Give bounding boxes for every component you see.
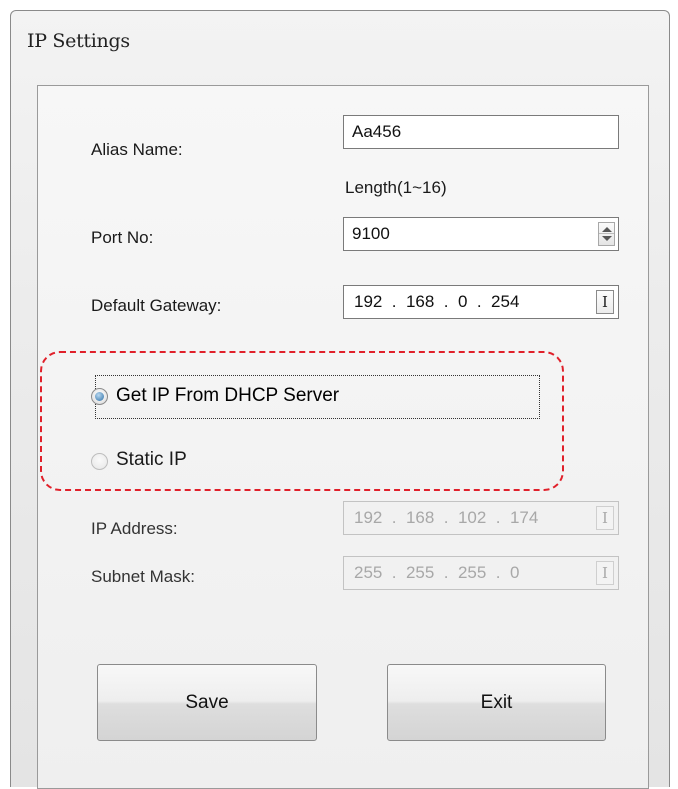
default-gateway-input[interactable]: 192 . 168 . 0 . 254 I: [343, 285, 619, 319]
spin-down-icon[interactable]: [602, 236, 612, 241]
subnet-mask-input: 255 . 255 . 255 . 0 I: [343, 556, 619, 590]
port-no-label: Port No:: [91, 228, 154, 247]
dhcp-radio-label[interactable]: Get IP From DHCP Server: [116, 385, 339, 407]
subnet-mask-label: Subnet Mask:: [91, 567, 195, 586]
i-beam-icon: I: [596, 561, 614, 585]
ip-address-label: IP Address:: [91, 519, 178, 538]
window-title: IP Settings: [27, 30, 130, 52]
spinner-divider: [599, 233, 614, 234]
alias-length-hint: Length(1~16): [345, 178, 447, 197]
alias-name-input[interactable]: Aa456: [343, 115, 619, 149]
port-spinner[interactable]: [598, 222, 615, 246]
radio-selected-dot: [95, 392, 104, 401]
i-beam-icon: I: [596, 506, 614, 530]
exit-button[interactable]: Exit: [387, 664, 606, 741]
ip-address-value: 192 . 168 . 102 . 174: [354, 508, 539, 527]
port-no-value: 9100: [352, 224, 390, 243]
save-button[interactable]: Save: [97, 664, 317, 741]
dhcp-radio[interactable]: [91, 388, 108, 405]
port-no-input[interactable]: 9100: [343, 217, 619, 251]
ip-settings-window: IP Settings Alias Name: Aa456 Length(1~1…: [10, 10, 670, 789]
static-ip-radio[interactable]: [91, 453, 108, 470]
alias-name-label: Alias Name:: [91, 140, 183, 159]
ip-address-input: 192 . 168 . 102 . 174 I: [343, 501, 619, 535]
subnet-mask-value: 255 . 255 . 255 . 0: [354, 563, 520, 582]
i-beam-icon[interactable]: I: [596, 290, 614, 314]
default-gateway-label: Default Gateway:: [91, 296, 222, 315]
default-gateway-value: 192 . 168 . 0 . 254: [354, 292, 520, 311]
spin-up-icon[interactable]: [602, 227, 612, 232]
static-ip-radio-label[interactable]: Static IP: [116, 449, 187, 471]
